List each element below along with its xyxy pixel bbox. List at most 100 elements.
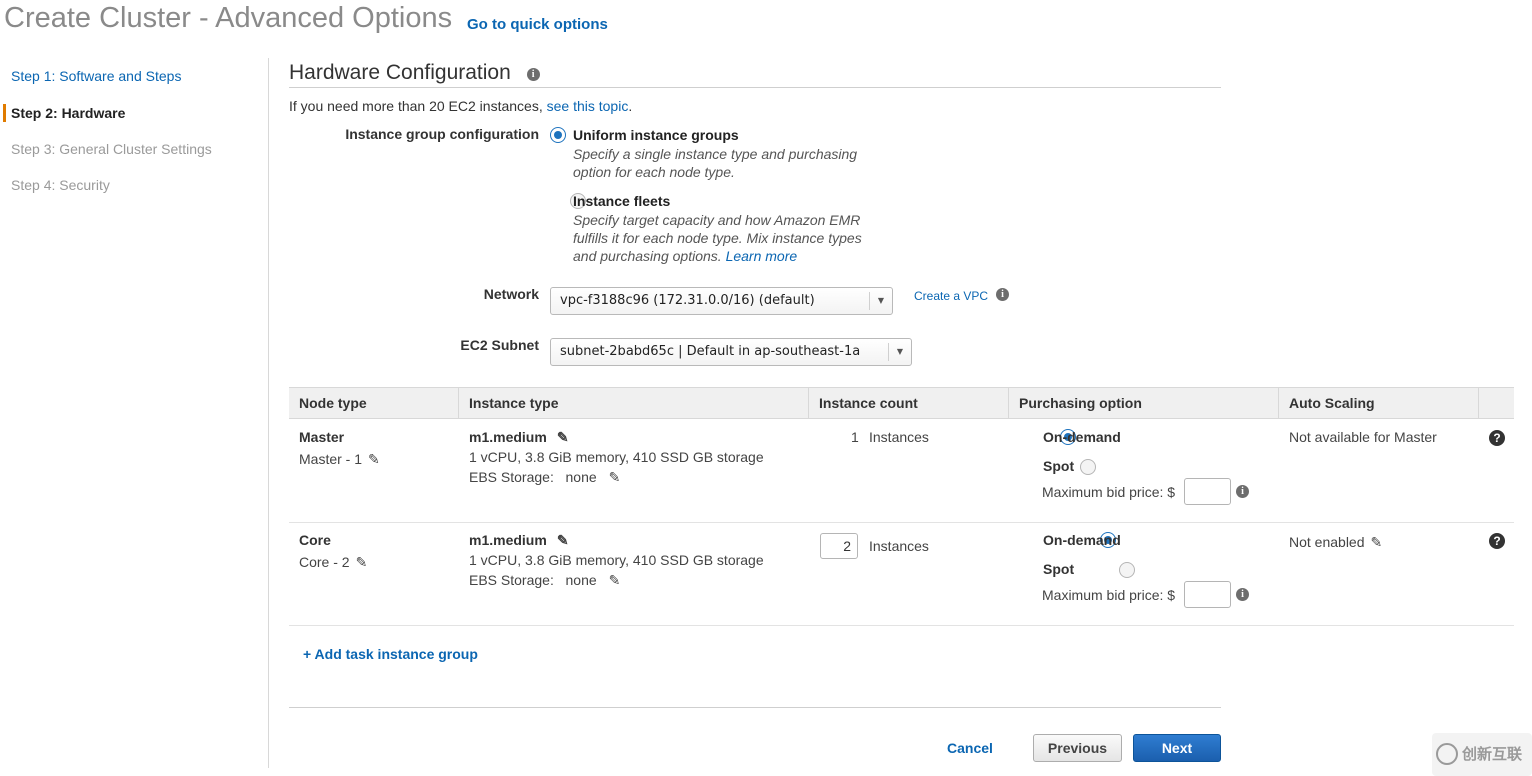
info-icon[interactable]: i (1236, 588, 1249, 601)
network-select-value: vpc-f3188c96 (172.31.0.0/16) (default) (560, 293, 815, 308)
bid-price-input[interactable] (1184, 478, 1231, 505)
fleets-desc-line: fulfills it for each node type. Mix inst… (573, 230, 862, 246)
fleets-desc-line: Specify target capacity and how Amazon E… (573, 212, 861, 228)
uniform-desc-line: option for each node type. (573, 164, 735, 180)
uniform-instance-groups-radio[interactable] (550, 127, 566, 143)
info-icon[interactable]: i (996, 288, 1009, 301)
col-instance-count: Instance count (809, 388, 1009, 418)
ebs-storage: EBS Storage: none ✎ (469, 572, 620, 589)
cancel-button[interactable]: Cancel (947, 740, 993, 756)
section-divider (289, 87, 1221, 88)
col-instance-type: Instance type (459, 388, 809, 418)
auto-scaling-status: Not enabled ✎ (1289, 534, 1382, 551)
spot-label: Spot (1043, 458, 1075, 474)
fleets-desc-line: and purchasing options. Learn more (573, 247, 862, 265)
note-suffix: . (628, 98, 633, 114)
subnet-select[interactable]: subnet-2babd65c | Default in ap-southeas… (550, 338, 912, 366)
ec2-limit-note: If you need more than 20 EC2 instances, … (289, 98, 632, 114)
uniform-title: Uniform instance groups (573, 127, 739, 143)
auto-scaling-status: Not available for Master (1289, 429, 1437, 445)
col-node-type: Node type (289, 388, 459, 418)
pencil-icon[interactable]: ✎ (557, 429, 569, 446)
instance-count-input[interactable]: 2 (820, 533, 858, 559)
ebs-value: none (565, 572, 597, 588)
ebs-label: EBS Storage: (469, 469, 554, 485)
node-name: Core - 2 ✎ (299, 554, 367, 571)
step-software-and-steps[interactable]: Step 1: Software and Steps (11, 68, 181, 84)
subnet-select-value: subnet-2babd65c | Default in ap-southeas… (560, 344, 861, 359)
on-demand-label: On-demand (1043, 532, 1121, 548)
instance-count: 1 (851, 429, 859, 445)
step-general-cluster-settings: Step 3: General Cluster Settings (11, 141, 212, 157)
instance-count-unit: Instances (869, 429, 929, 445)
instance-table-header: Node type Instance type Instance count P… (289, 387, 1514, 419)
pencil-icon[interactable]: ✎ (356, 554, 368, 571)
bid-price-label: Maximum bid price: $ (1042, 484, 1176, 500)
spot-radio[interactable] (1119, 562, 1136, 578)
bid-price-label: Maximum bid price: $ (1042, 587, 1176, 603)
on-demand-label: On-demand (1043, 429, 1121, 445)
add-task-instance-group-link[interactable]: + Add task instance group (303, 646, 478, 662)
section-title: Hardware Configuration i (289, 61, 540, 85)
network-select[interactable]: vpc-f3188c96 (172.31.0.0/16) (default) ▼ (550, 287, 893, 315)
previous-button[interactable]: Previous (1033, 734, 1122, 762)
info-icon[interactable]: i (526, 68, 540, 81)
node-name-text: Core - 2 (299, 554, 350, 570)
instance-specs: 1 vCPU, 3.8 GiB memory, 410 SSD GB stora… (469, 449, 764, 465)
instance-type: m1.medium ✎ (469, 532, 569, 549)
help-icon[interactable]: ? (1489, 430, 1505, 446)
instance-specs: 1 vCPU, 3.8 GiB memory, 410 SSD GB stora… (469, 552, 764, 568)
watermark-text: 创新互联 (1462, 746, 1523, 763)
note-text: If you need more than 20 EC2 instances, (289, 98, 547, 114)
see-this-topic-link[interactable]: see this topic (547, 98, 629, 114)
footer-divider (289, 707, 1221, 708)
fleets-desc-text: and purchasing options. (573, 248, 722, 264)
instance-type-text: m1.medium (469, 429, 547, 445)
create-vpc-link[interactable]: Create a VPC (914, 289, 988, 303)
watermark-logo-icon (1436, 743, 1458, 765)
info-icon[interactable]: i (1236, 485, 1249, 498)
help-icon[interactable]: ? (1489, 533, 1505, 549)
spot-radio[interactable] (1079, 459, 1096, 475)
subnet-label: EC2 Subnet (460, 337, 539, 353)
chevron-down-icon: ▼ (888, 343, 911, 361)
node-name-text: Master - 1 (299, 451, 363, 467)
row-divider (289, 625, 1514, 626)
step-security: Step 4: Security (11, 177, 110, 193)
instance-count-unit: Instances (869, 538, 929, 554)
node-name: Master - 1 ✎ (299, 451, 380, 468)
pencil-icon[interactable]: ✎ (609, 572, 621, 589)
fleets-description: Specify target capacity and how Amazon E… (573, 211, 862, 265)
node-type: Master (299, 429, 345, 445)
sidebar-divider (268, 58, 269, 768)
spot-label: Spot (1043, 561, 1075, 577)
learn-more-link[interactable]: Learn more (726, 248, 798, 264)
pencil-icon[interactable]: ✎ (1371, 534, 1383, 551)
step-hardware: Step 2: Hardware (11, 105, 126, 121)
pencil-icon[interactable]: ✎ (368, 451, 380, 468)
ebs-label: EBS Storage: (469, 572, 554, 588)
page-title: Create Cluster - Advanced Options (4, 2, 453, 34)
pencil-icon[interactable]: ✎ (557, 532, 569, 549)
active-step-marker (3, 104, 6, 122)
node-type: Core (299, 532, 331, 548)
col-purchasing-option: Purchasing option (1009, 388, 1279, 418)
pencil-icon[interactable]: ✎ (609, 469, 621, 486)
section-title-text: Hardware Configuration (289, 61, 511, 84)
row-divider (289, 522, 1514, 523)
fleets-title: Instance fleets (573, 193, 671, 209)
quick-options-link[interactable]: Go to quick options (467, 16, 608, 33)
uniform-description: Specify a single instance type and purch… (573, 145, 857, 181)
col-auto-scaling: Auto Scaling (1279, 388, 1479, 418)
instance-type-text: m1.medium (469, 532, 547, 548)
ebs-value: none (565, 469, 597, 485)
instance-group-label: Instance group configuration (345, 126, 539, 142)
bid-price-input[interactable] (1184, 581, 1231, 608)
next-button[interactable]: Next (1133, 734, 1221, 762)
uniform-desc-line: Specify a single instance type and purch… (573, 146, 858, 162)
ebs-storage: EBS Storage: none ✎ (469, 469, 620, 486)
auto-scaling-text: Not enabled (1289, 534, 1365, 550)
network-label: Network (483, 286, 539, 302)
instance-type: m1.medium ✎ (469, 429, 569, 446)
watermark: 创新互联 (1432, 733, 1532, 776)
